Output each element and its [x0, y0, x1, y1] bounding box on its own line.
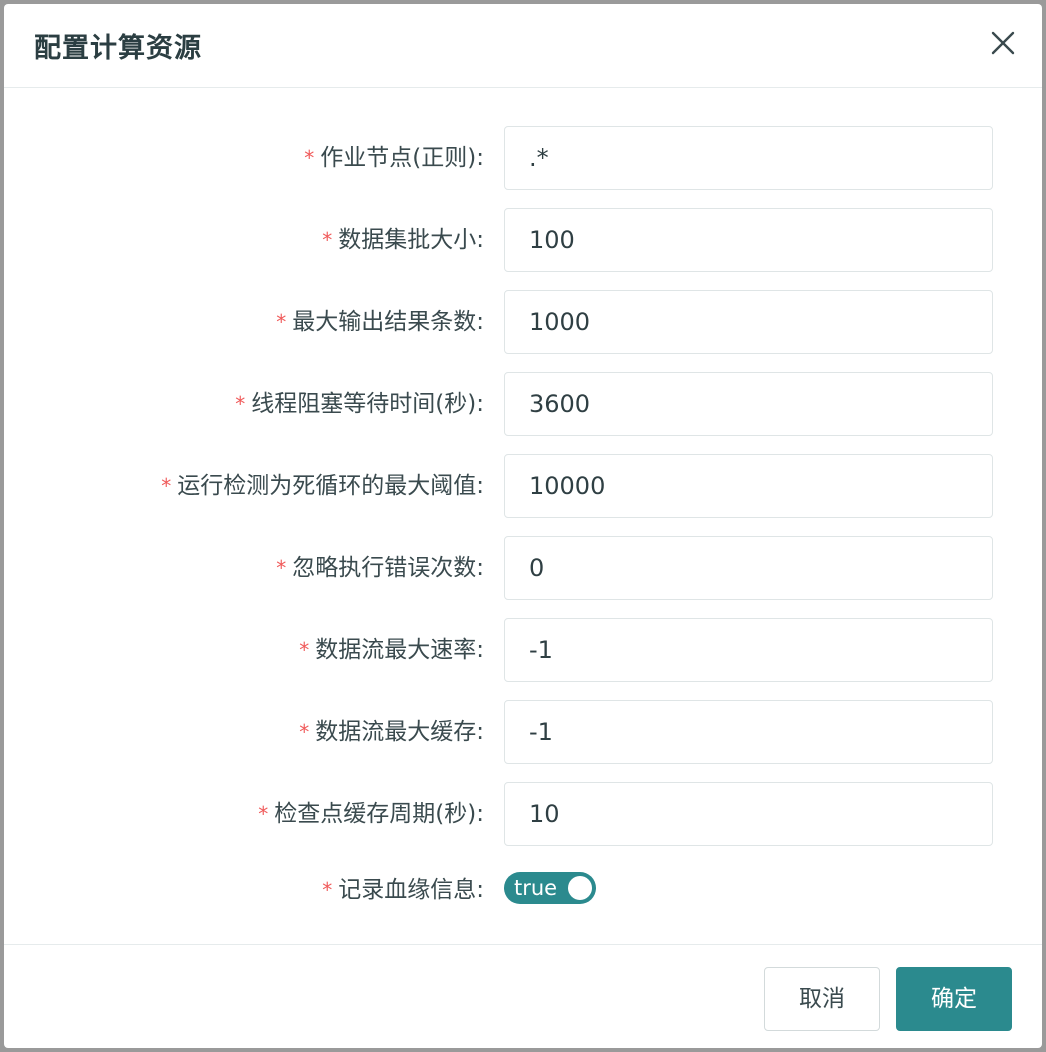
required-mark: * [322, 878, 333, 902]
toggle-value-text: true [514, 876, 558, 900]
required-mark: * [235, 392, 246, 416]
thread-block-wait-input[interactable] [504, 372, 993, 436]
record-lineage-toggle[interactable]: true [504, 872, 596, 904]
form-row-stream-max-rate: * 数据流最大速率: [4, 618, 1042, 682]
toggle-knob [568, 876, 592, 900]
close-button[interactable] [990, 30, 1016, 56]
form-row-max-output: * 最大输出结果条数: [4, 290, 1042, 354]
close-icon [991, 31, 1015, 55]
batch-size-input[interactable] [504, 208, 993, 272]
record-lineage-label: * 记录血缘信息: [322, 877, 484, 903]
dead-loop-threshold-input[interactable] [504, 454, 993, 518]
form-row-record-lineage: * 记录血缘信息: true [4, 872, 1042, 908]
form-row-dead-loop-threshold: * 运行检测为死循环的最大阈值: [4, 454, 1042, 518]
required-mark: * [322, 228, 333, 252]
dialog-title: 配置计算资源 [34, 33, 202, 64]
ignore-errors-label: * 忽略执行错误次数: [276, 555, 484, 581]
form-row-thread-block-wait: * 线程阻塞等待时间(秒): [4, 372, 1042, 436]
dialog-header: 配置计算资源 [4, 4, 1042, 88]
required-mark: * [161, 474, 172, 498]
stream-max-rate-label: * 数据流最大速率: [299, 637, 484, 663]
required-mark: * [258, 802, 269, 826]
checkpoint-period-input[interactable] [504, 782, 993, 846]
config-compute-resources-dialog: 配置计算资源 *作业节点(正则): *数据集批大小: *最大输出结果条数: *线… [4, 4, 1042, 1048]
required-mark: * [276, 556, 287, 580]
max-output-label: * 最大输出结果条数: [276, 309, 484, 335]
dialog-footer: 取消 确定 [4, 944, 1042, 1048]
job-node-label: * 作业节点(正则): [304, 145, 484, 171]
stream-max-buffer-input[interactable] [504, 700, 993, 764]
required-mark: * [299, 720, 310, 744]
form-row-ignore-errors: * 忽略执行错误次数: [4, 536, 1042, 600]
form-row-checkpoint-period: * 检查点缓存周期(秒): [4, 782, 1042, 846]
confirm-button[interactable]: 确定 [896, 967, 1012, 1031]
stream-max-rate-input[interactable] [504, 618, 993, 682]
checkpoint-period-label: * 检查点缓存周期(秒): [258, 801, 484, 827]
batch-size-label: * 数据集批大小: [322, 227, 484, 253]
thread-block-wait-label: * 线程阻塞等待时间(秒): [235, 391, 484, 417]
ignore-errors-input[interactable] [504, 536, 993, 600]
cancel-button[interactable]: 取消 [764, 967, 880, 1031]
form-row-job-node: * 作业节点(正则): [4, 126, 1042, 190]
max-output-input[interactable] [504, 290, 993, 354]
required-mark: * [276, 310, 287, 334]
required-mark: * [299, 638, 310, 662]
job-node-input[interactable] [504, 126, 993, 190]
required-mark: * [304, 146, 315, 170]
stream-max-buffer-label: * 数据流最大缓存: [299, 719, 484, 745]
form-row-batch-size: * 数据集批大小: [4, 208, 1042, 272]
form-row-stream-max-buffer: * 数据流最大缓存: [4, 700, 1042, 764]
dead-loop-threshold-label: * 运行检测为死循环的最大阈值: [161, 473, 484, 499]
